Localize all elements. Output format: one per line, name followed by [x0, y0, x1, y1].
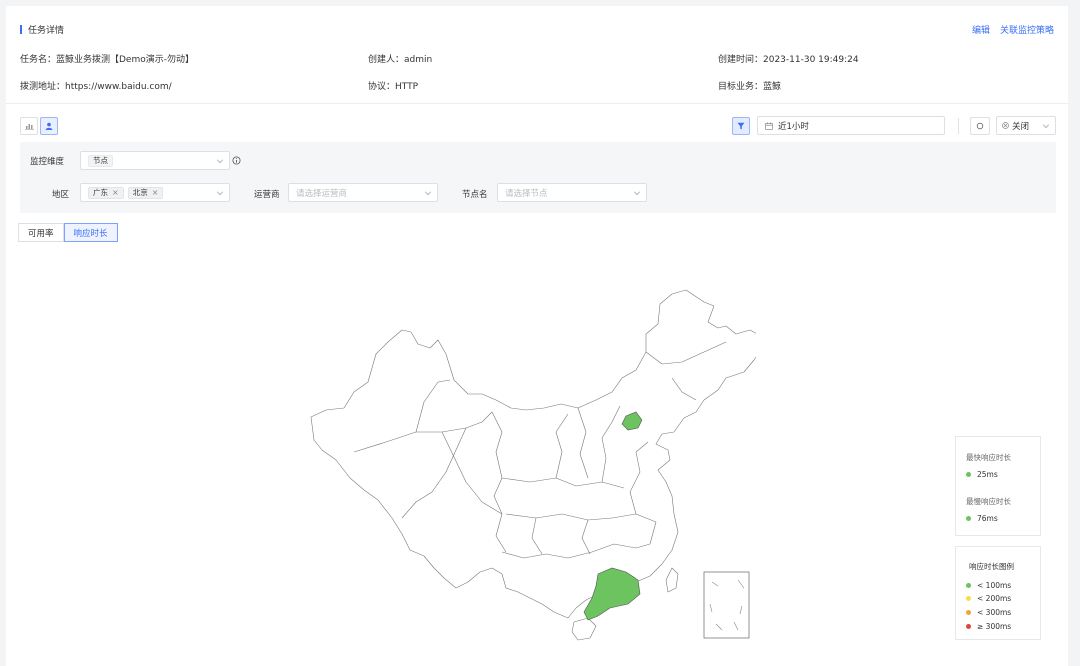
fastest-label: 最快响应时长 [966, 453, 1011, 462]
legend-label: < 100ms [977, 581, 1012, 590]
auto-refresh-select[interactable]: 关闭 [996, 116, 1056, 135]
orange-dot-icon [966, 610, 971, 615]
green-dot-icon [966, 472, 971, 477]
chevron-down-icon [217, 157, 223, 163]
time-range-picker[interactable]: 近1小时 [757, 116, 945, 135]
map-region-outline [310, 289, 756, 619]
response-stats-box: 最快响应时长 25ms 最慢响应时长 76ms [955, 436, 1041, 536]
calendar-icon [765, 121, 773, 130]
response-legend-box: 响应时长图例 < 100ms < 200ms < 300ms ≥ 300ms [955, 546, 1041, 640]
refresh-button[interactable] [970, 117, 990, 135]
map-view-button[interactable] [40, 117, 58, 135]
chevron-down-icon [425, 189, 431, 195]
page-title: 任务详情 [28, 26, 65, 36]
legend-item[interactable]: ≥ 300ms [966, 622, 1011, 631]
tag-label: 广东 [93, 188, 108, 197]
close-icon[interactable]: × [112, 188, 119, 197]
time-range-value: 近1小时 [778, 121, 809, 132]
dimension-select[interactable]: 节点 [80, 151, 230, 170]
region-tag-beijing[interactable]: 北京 × [127, 186, 164, 199]
header-actions: 编辑 关联监控策略 [972, 23, 1054, 36]
metric-tabs: 可用率 响应时长 [18, 223, 118, 242]
target-business: 目标业务：蓝鲸 [718, 82, 782, 92]
slowest-value-row: 76ms [966, 514, 998, 523]
creator: 创建人：admin [368, 55, 433, 65]
auto-refresh-value: 关闭 [1012, 121, 1030, 132]
slowest-value: 76ms [977, 514, 998, 523]
section-divider [6, 103, 1068, 104]
link-policy-link[interactable]: 关联监控策略 [1000, 23, 1054, 36]
legend-label: < 200ms [977, 594, 1012, 603]
task-detail-card: 任务详情 编辑 关联监控策略 任务名：蓝鲸业务拨测【Demo演示-勿动】 创建人… [6, 6, 1068, 666]
tab-response-time[interactable]: 响应时长 [63, 223, 118, 242]
legend-label: < 300ms [977, 608, 1012, 617]
filter-panel: 监控维度 节点 地区 广东 × 北京 × 运营商 请选择运营商 节点名 请选择节点 [20, 142, 1056, 213]
region-select[interactable]: 广东 × 北京 × [80, 183, 230, 202]
taiwan-island [665, 567, 679, 593]
region-label: 地区 [52, 190, 70, 200]
user-icon [45, 122, 53, 130]
slowest-label: 最慢响应时长 [966, 497, 1011, 506]
protocol: 协议：HTTP [368, 82, 419, 92]
panel-header: 任务详情 [20, 23, 64, 36]
yellow-dot-icon [966, 596, 971, 601]
dimension-label: 监控维度 [30, 157, 65, 167]
close-icon[interactable]: × [152, 188, 159, 197]
isp-label: 运营商 [254, 190, 280, 200]
tab-availability[interactable]: 可用率 [18, 223, 64, 242]
hainan-island [571, 617, 597, 641]
region-tag-guangdong[interactable]: 广东 × [88, 186, 124, 199]
toolbar-divider [958, 118, 959, 134]
edit-link[interactable]: 编辑 [972, 23, 990, 36]
chart-view-button[interactable] [20, 117, 38, 135]
node-select[interactable]: 请选择节点 [497, 183, 647, 202]
china-map [310, 289, 756, 641]
node-placeholder: 请选择节点 [505, 188, 548, 199]
legend-item[interactable]: < 200ms [966, 594, 1011, 603]
filter-icon [737, 122, 745, 130]
legend-item[interactable]: < 300ms [966, 608, 1011, 617]
dimension-value: 节点 [88, 154, 113, 167]
chevron-down-icon [634, 189, 640, 195]
refresh-icon [976, 122, 984, 130]
legend-item[interactable]: < 100ms [966, 581, 1011, 590]
isp-placeholder: 请选择运营商 [296, 188, 348, 199]
south-china-sea-inset [703, 571, 750, 639]
title-accent-bar [20, 25, 22, 34]
chevron-down-icon [1043, 122, 1049, 128]
map-outline [310, 289, 756, 641]
green-dot-icon [966, 516, 971, 521]
created-time: 创建时间：2023-11-30 19:49:24 [718, 55, 859, 65]
task-name: 任务名：蓝鲸业务拨测【Demo演示-勿动】 [20, 55, 194, 65]
probe-url: 拨测地址：https://www.baidu.com/ [20, 82, 172, 92]
fastest-value: 25ms [977, 470, 998, 479]
green-dot-icon [966, 583, 971, 588]
tag-label: 北京 [132, 188, 148, 197]
chevron-down-icon [217, 189, 223, 195]
isp-select[interactable]: 请选择运营商 [288, 183, 438, 202]
fastest-value-row: 25ms [966, 470, 998, 479]
node-label: 节点名 [462, 190, 488, 200]
close-circle-icon [1002, 122, 1009, 129]
filter-button[interactable] [732, 117, 750, 135]
legend-label: ≥ 300ms [977, 622, 1012, 631]
info-icon[interactable] [232, 156, 241, 165]
legend-title: 响应时长图例 [969, 562, 1014, 571]
bar-chart-icon [24, 124, 34, 130]
red-dot-icon [966, 624, 971, 629]
